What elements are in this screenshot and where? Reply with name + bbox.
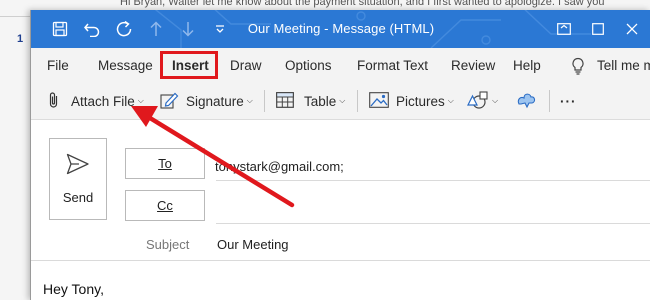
paperclip-icon — [47, 91, 61, 112]
restore-icon[interactable] — [587, 18, 609, 40]
pictures-label: Pictures — [396, 93, 445, 109]
body-divider — [31, 260, 650, 261]
toolbar-separator — [264, 90, 265, 112]
chevron-down-icon: ⌵ — [137, 96, 144, 105]
tab-help[interactable]: Help — [513, 58, 541, 73]
tab-message[interactable]: Message — [98, 58, 153, 73]
cc-field-underline[interactable] — [216, 223, 650, 224]
signature-button[interactable]: Signature ⌵ — [160, 91, 253, 111]
tab-file[interactable]: File — [47, 58, 69, 73]
tab-format-text[interactable]: Format Text — [357, 58, 428, 73]
tab-review[interactable]: Review — [451, 58, 495, 73]
chevron-down-icon: ⌵ — [246, 96, 253, 105]
close-icon[interactable] — [621, 18, 643, 40]
cc-button[interactable]: Cc — [125, 190, 205, 221]
to-field-underline — [216, 180, 650, 181]
title-bar: Our Meeting - Message (HTML) — [31, 10, 650, 48]
send-button[interactable]: Send — [49, 138, 107, 220]
chevron-down-icon: ⌵ — [447, 96, 454, 105]
icons-button[interactable] — [515, 91, 537, 111]
subject-label: Subject — [146, 237, 190, 252]
background-divider — [0, 16, 30, 17]
more-options-button[interactable]: ··· — [560, 91, 577, 111]
shapes-icon — [467, 90, 489, 112]
to-label: To — [158, 156, 172, 171]
background-line-number: 1 — [17, 33, 24, 45]
picture-icon — [369, 91, 389, 111]
compose-form: Send To tonystark@gmail.com; Cc Subject … — [31, 120, 650, 300]
table-label: Table — [304, 93, 337, 109]
ribbon-tabs: File Message Insert Draw Options Format … — [31, 48, 650, 82]
lightbulb-icon — [571, 57, 585, 80]
message-body[interactable]: Hey Tony, — [43, 281, 104, 297]
pictures-button[interactable]: Pictures ⌵ — [369, 91, 454, 111]
attach-file-button[interactable]: Attach File ⌵ — [47, 91, 144, 111]
signature-pen-icon — [160, 91, 180, 112]
icons-gallery-icon — [515, 91, 537, 112]
background-email-snippet: Hi Bryan, Walter let me know about the p… — [120, 0, 605, 8]
insert-tab-highlight — [160, 51, 218, 79]
chevron-down-icon: ⌵ — [339, 96, 346, 105]
to-button[interactable]: To — [125, 148, 205, 179]
cc-label: Cc — [157, 198, 173, 213]
tell-me-search[interactable]: Tell me m — [597, 58, 650, 73]
table-icon — [276, 91, 294, 111]
toolbar-separator — [549, 90, 550, 112]
send-label: Send — [62, 190, 94, 205]
tab-draw[interactable]: Draw — [230, 58, 262, 73]
table-button[interactable]: Table ⌵ — [276, 91, 345, 111]
attach-file-label: Attach File — [71, 93, 135, 109]
toolbar-separator — [357, 90, 358, 112]
to-field[interactable]: tonystark@gmail.com; — [215, 159, 344, 174]
subject-field[interactable]: Our Meeting — [217, 237, 289, 252]
send-icon — [66, 153, 90, 180]
shapes-button[interactable]: ⌵ — [467, 90, 499, 112]
message-window: Our Meeting - Message (HTML) File Messag… — [30, 10, 650, 300]
signature-label: Signature — [186, 93, 244, 109]
ribbon-display-icon[interactable] — [553, 18, 575, 40]
ribbon-toolbar: Attach File ⌵ Signature ⌵ Table ⌵ Pictur… — [31, 82, 650, 120]
chevron-down-icon: ⌵ — [492, 96, 499, 105]
tab-options[interactable]: Options — [285, 58, 332, 73]
